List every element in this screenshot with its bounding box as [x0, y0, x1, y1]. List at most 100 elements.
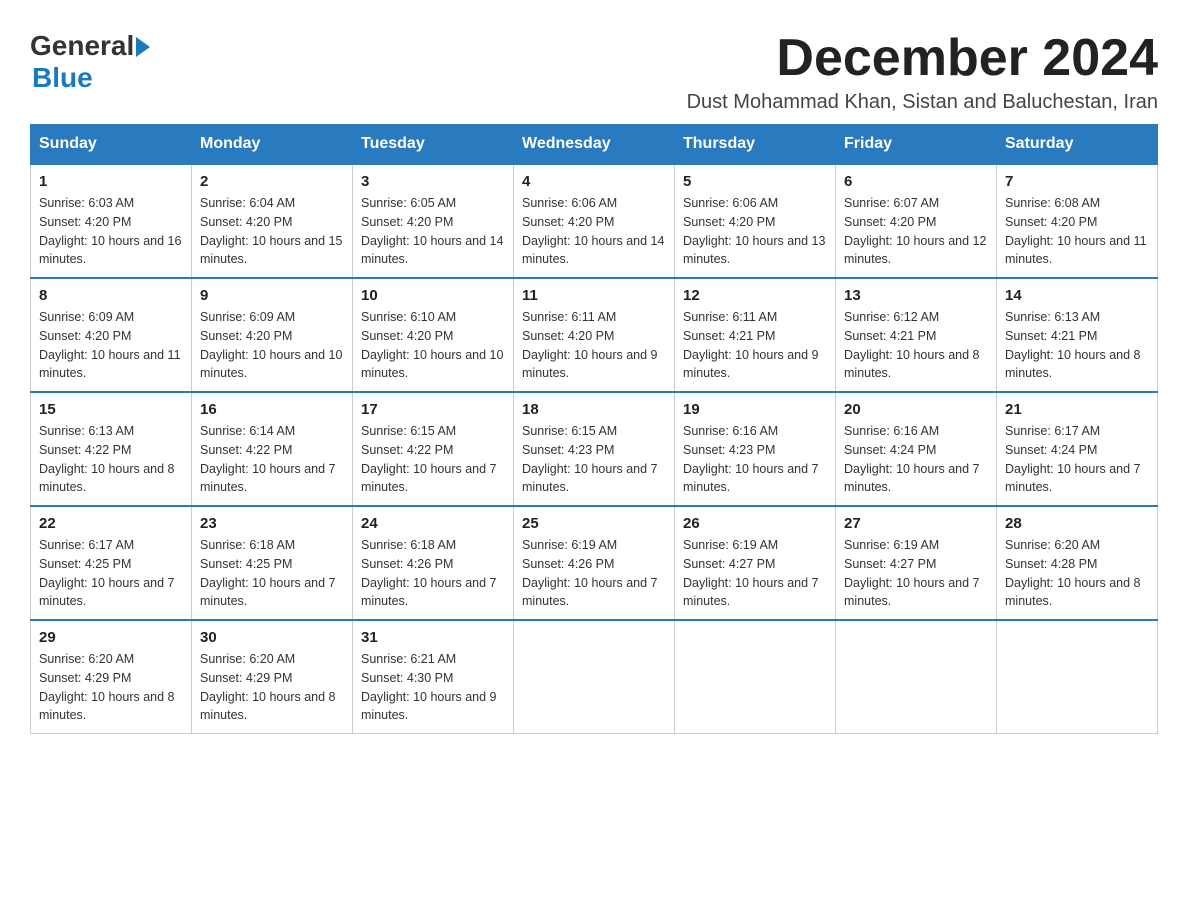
weekday-header-tuesday: Tuesday — [353, 125, 514, 165]
day-number: 28 — [1005, 515, 1149, 532]
weekday-header-saturday: Saturday — [997, 125, 1158, 165]
logo-general-text: General — [30, 30, 134, 62]
calendar-cell: 26Sunrise: 6:19 AMSunset: 4:27 PMDayligh… — [675, 506, 836, 620]
day-info: Sunrise: 6:20 AMSunset: 4:28 PMDaylight:… — [1005, 536, 1149, 611]
calendar-cell: 6 Sunrise: 6:07 AMSunset: 4:20 PMDaylight… — [836, 164, 997, 278]
day-number: 11 — [522, 287, 666, 304]
calendar-table: SundayMondayTuesdayWednesdayThursdayFrid… — [30, 124, 1158, 734]
calendar-cell: 19 Sunrise: 6:16 AMSunset: 4:23 PMDayligh… — [675, 392, 836, 506]
day-number: 27 — [844, 515, 988, 532]
day-info: Sunrise: 6:04 AMSunset: 4:20 PMDaylight:… — [200, 194, 344, 269]
day-info: Sunrise: 6:09 AMSunset: 4:20 PMDaylight:… — [39, 308, 183, 383]
day-info: Sunrise: 6:14 AMSunset: 4:22 PMDaylight:… — [200, 422, 344, 497]
day-number: 18 — [522, 401, 666, 418]
day-info: Sunrise: 6:19 AMSunset: 4:26 PMDaylight:… — [522, 536, 666, 611]
calendar-cell: 14 Sunrise: 6:13 AMSunset: 4:21 PMDayligh… — [997, 278, 1158, 392]
day-info: Sunrise: 6:03 AMSunset: 4:20 PMDaylight:… — [39, 194, 183, 269]
day-number: 24 — [361, 515, 505, 532]
day-info: Sunrise: 6:21 AMSunset: 4:30 PMDaylight:… — [361, 650, 505, 725]
calendar-header: SundayMondayTuesdayWednesdayThursdayFrid… — [31, 125, 1158, 165]
calendar-cell: 25 Sunrise: 6:19 AMSunset: 4:26 PMDayligh… — [514, 506, 675, 620]
day-info: Sunrise: 6:13 AMSunset: 4:21 PMDaylight:… — [1005, 308, 1149, 383]
day-number: 7 — [1005, 173, 1149, 190]
calendar-cell: 30Sunrise: 6:20 AMSunset: 4:29 PMDayligh… — [192, 620, 353, 734]
calendar-cell: 3 Sunrise: 6:05 AMSunset: 4:20 PMDaylight… — [353, 164, 514, 278]
calendar-cell: 22 Sunrise: 6:17 AMSunset: 4:25 PMDayligh… — [31, 506, 192, 620]
day-info: Sunrise: 6:18 AMSunset: 4:26 PMDaylight:… — [361, 536, 505, 611]
day-number: 10 — [361, 287, 505, 304]
day-info: Sunrise: 6:08 AMSunset: 4:20 PMDaylight:… — [1005, 194, 1149, 269]
day-number: 4 — [522, 173, 666, 190]
day-number: 2 — [200, 173, 344, 190]
calendar-cell: 28 Sunrise: 6:20 AMSunset: 4:28 PMDayligh… — [997, 506, 1158, 620]
calendar-cell: 18 Sunrise: 6:15 AMSunset: 4:23 PMDayligh… — [514, 392, 675, 506]
day-number: 17 — [361, 401, 505, 418]
day-info: Sunrise: 6:17 AMSunset: 4:24 PMDaylight:… — [1005, 422, 1149, 497]
weekday-header-friday: Friday — [836, 125, 997, 165]
day-info: Sunrise: 6:19 AMSunset: 4:27 PMDaylight:… — [844, 536, 988, 611]
day-info: Sunrise: 6:17 AMSunset: 4:25 PMDaylight:… — [39, 536, 183, 611]
calendar-cell: 5Sunrise: 6:06 AMSunset: 4:20 PMDaylight… — [675, 164, 836, 278]
calendar-cell: 4 Sunrise: 6:06 AMSunset: 4:20 PMDaylight… — [514, 164, 675, 278]
title-section: December 2024 Dust Mohammad Khan, Sistan… — [687, 30, 1158, 114]
calendar-cell: 7 Sunrise: 6:08 AMSunset: 4:20 PMDaylight… — [997, 164, 1158, 278]
day-info: Sunrise: 6:06 AMSunset: 4:20 PMDaylight:… — [522, 194, 666, 269]
weekday-header-sunday: Sunday — [31, 125, 192, 165]
calendar-cell: 2 Sunrise: 6:04 AMSunset: 4:20 PMDaylight… — [192, 164, 353, 278]
calendar-week-4: 22 Sunrise: 6:17 AMSunset: 4:25 PMDayligh… — [31, 506, 1158, 620]
calendar-cell — [836, 620, 997, 734]
weekday-header-row: SundayMondayTuesdayWednesdayThursdayFrid… — [31, 125, 1158, 165]
weekday-header-thursday: Thursday — [675, 125, 836, 165]
calendar-cell — [675, 620, 836, 734]
day-number: 14 — [1005, 287, 1149, 304]
day-number: 25 — [522, 515, 666, 532]
calendar-week-1: 1Sunrise: 6:03 AMSunset: 4:20 PMDaylight… — [31, 164, 1158, 278]
calendar-cell: 31 Sunrise: 6:21 AMSunset: 4:30 PMDayligh… — [353, 620, 514, 734]
day-number: 21 — [1005, 401, 1149, 418]
calendar-cell: 24 Sunrise: 6:18 AMSunset: 4:26 PMDayligh… — [353, 506, 514, 620]
day-info: Sunrise: 6:07 AMSunset: 4:20 PMDaylight:… — [844, 194, 988, 269]
location-subtitle: Dust Mohammad Khan, Sistan and Baluchest… — [687, 91, 1158, 114]
calendar-cell: 11 Sunrise: 6:11 AMSunset: 4:20 PMDayligh… — [514, 278, 675, 392]
day-info: Sunrise: 6:13 AMSunset: 4:22 PMDaylight:… — [39, 422, 183, 497]
day-info: Sunrise: 6:05 AMSunset: 4:20 PMDaylight:… — [361, 194, 505, 269]
calendar-week-2: 8Sunrise: 6:09 AMSunset: 4:20 PMDaylight… — [31, 278, 1158, 392]
day-number: 9 — [200, 287, 344, 304]
month-title: December 2024 — [687, 30, 1158, 87]
day-number: 3 — [361, 173, 505, 190]
day-info: Sunrise: 6:11 AMSunset: 4:20 PMDaylight:… — [522, 308, 666, 383]
calendar-cell: 13Sunrise: 6:12 AMSunset: 4:21 PMDayligh… — [836, 278, 997, 392]
day-number: 26 — [683, 515, 827, 532]
logo-arrow-icon — [136, 37, 150, 57]
day-number: 23 — [200, 515, 344, 532]
calendar-cell: 9Sunrise: 6:09 AMSunset: 4:20 PMDaylight… — [192, 278, 353, 392]
day-info: Sunrise: 6:15 AMSunset: 4:23 PMDaylight:… — [522, 422, 666, 497]
day-info: Sunrise: 6:16 AMSunset: 4:23 PMDaylight:… — [683, 422, 827, 497]
weekday-header-monday: Monday — [192, 125, 353, 165]
calendar-cell: 15 Sunrise: 6:13 AMSunset: 4:22 PMDayligh… — [31, 392, 192, 506]
calendar-cell: 29Sunrise: 6:20 AMSunset: 4:29 PMDayligh… — [31, 620, 192, 734]
day-info: Sunrise: 6:15 AMSunset: 4:22 PMDaylight:… — [361, 422, 505, 497]
day-number: 29 — [39, 629, 183, 646]
day-number: 15 — [39, 401, 183, 418]
calendar-cell: 23 Sunrise: 6:18 AMSunset: 4:25 PMDayligh… — [192, 506, 353, 620]
day-info: Sunrise: 6:06 AMSunset: 4:20 PMDaylight:… — [683, 194, 827, 269]
day-info: Sunrise: 6:16 AMSunset: 4:24 PMDaylight:… — [844, 422, 988, 497]
day-number: 12 — [683, 287, 827, 304]
day-number: 6 — [844, 173, 988, 190]
calendar-cell: 21 Sunrise: 6:17 AMSunset: 4:24 PMDayligh… — [997, 392, 1158, 506]
calendar-cell: 8Sunrise: 6:09 AMSunset: 4:20 PMDaylight… — [31, 278, 192, 392]
weekday-header-wednesday: Wednesday — [514, 125, 675, 165]
logo-blue-text: Blue — [32, 62, 150, 94]
calendar-cell: 17 Sunrise: 6:15 AMSunset: 4:22 PMDayligh… — [353, 392, 514, 506]
day-info: Sunrise: 6:18 AMSunset: 4:25 PMDaylight:… — [200, 536, 344, 611]
calendar-cell — [514, 620, 675, 734]
day-number: 19 — [683, 401, 827, 418]
page-header: General Blue December 2024 Dust Mohammad… — [30, 30, 1158, 114]
day-info: Sunrise: 6:10 AMSunset: 4:20 PMDaylight:… — [361, 308, 505, 383]
day-number: 31 — [361, 629, 505, 646]
day-info: Sunrise: 6:12 AMSunset: 4:21 PMDaylight:… — [844, 308, 988, 383]
day-number: 22 — [39, 515, 183, 532]
calendar-week-3: 15 Sunrise: 6:13 AMSunset: 4:22 PMDayligh… — [31, 392, 1158, 506]
day-number: 30 — [200, 629, 344, 646]
